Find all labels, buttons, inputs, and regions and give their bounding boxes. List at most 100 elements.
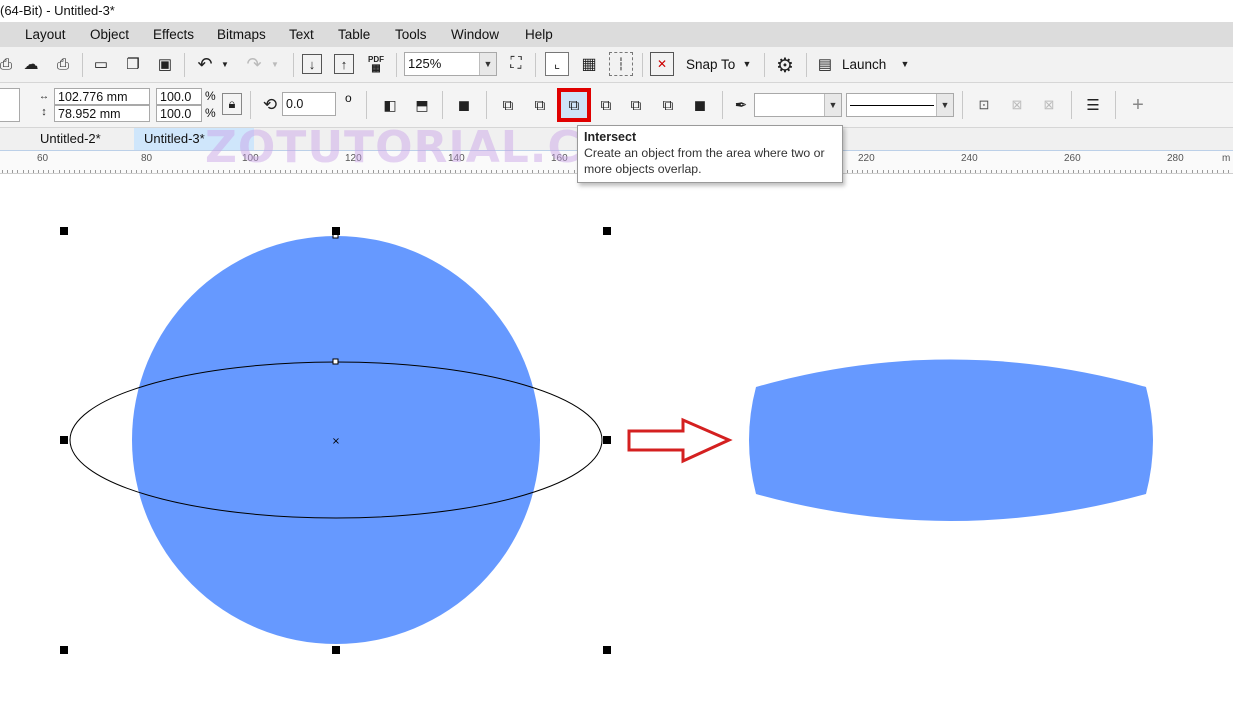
tab-untitled-2[interactable]: Untitled-2* xyxy=(28,128,132,150)
position-field[interactable] xyxy=(0,88,20,122)
cloud-upload-icon[interactable]: ☁ xyxy=(20,54,42,74)
launch-label[interactable]: Launch xyxy=(842,57,886,72)
redo-dropdown-icon[interactable]: ▼ xyxy=(269,56,281,72)
separator xyxy=(1071,91,1072,119)
ruler-label: 280 xyxy=(1167,153,1184,164)
lock-ratio-icon[interactable]: 🔒︎ xyxy=(222,93,242,115)
launch-dropdown-icon[interactable]: ▼ xyxy=(898,56,912,72)
separator xyxy=(82,53,83,77)
selection-handle-left[interactable] xyxy=(60,436,68,444)
rotation-icon: ⟲ xyxy=(262,95,278,114)
chevron-down-icon[interactable]: ▼ xyxy=(824,94,841,116)
height-field[interactable]: 78.952 mm xyxy=(54,105,150,122)
outline-pen-icon[interactable]: ✒ xyxy=(730,93,752,117)
menu-window[interactable]: Window xyxy=(451,27,499,42)
export-icon[interactable]: ↑ xyxy=(334,54,354,74)
zoom-level-dropdown[interactable]: 125% ▼ xyxy=(404,52,497,76)
snap-dropdown-icon[interactable]: ▼ xyxy=(740,56,754,72)
scale-y-value: 100.0 xyxy=(160,107,192,121)
paste-icon[interactable]: ▣ xyxy=(154,54,176,74)
selection-handle-bottom-left[interactable] xyxy=(60,646,68,654)
undo-icon[interactable]: ↶ xyxy=(194,54,216,74)
line-style-dropdown[interactable]: ▼ xyxy=(846,93,954,117)
tooltip-description-line-1: Create an object from the area where two… xyxy=(584,146,825,160)
standard-toolbar: ⎙ ☁ ⎙ ▭ ❐ ▣ ↶ ▼ ↷ ▼ ↓ ↑ PDF ▦ 125% ▼ ⛶ ⌞ … xyxy=(0,47,1233,83)
align-icon[interactable]: ☰ xyxy=(1081,93,1105,117)
ruler-label: 220 xyxy=(858,153,875,164)
back-minus-front-icon[interactable]: ⧉ xyxy=(656,93,680,117)
show-guidelines-icon[interactable]: ┆ xyxy=(609,52,633,76)
menu-tools[interactable]: Tools xyxy=(395,27,427,42)
simplify-icon[interactable]: ⧉ xyxy=(594,93,618,117)
ruler-label: 260 xyxy=(1064,153,1081,164)
separator xyxy=(396,53,397,77)
ruler-label: 60 xyxy=(37,153,49,164)
selection-handle-top-left[interactable] xyxy=(60,227,68,235)
launch-icon[interactable]: ▤ xyxy=(814,54,836,74)
zoom-value: 125% xyxy=(408,56,442,71)
mirror-horizontal-icon[interactable]: ◧ xyxy=(378,93,402,117)
separator xyxy=(764,53,765,77)
outline-width-dropdown[interactable]: ▼ xyxy=(754,93,842,117)
menu-layout[interactable]: Layout xyxy=(25,27,66,42)
menu-text[interactable]: Text xyxy=(289,27,314,42)
add-icon[interactable]: + xyxy=(1126,93,1150,117)
tab-label: Untitled-2* xyxy=(40,131,101,146)
width-field[interactable]: 102.776 mm xyxy=(54,88,150,105)
line-style-preview xyxy=(850,105,934,106)
snap-to-label[interactable]: Snap To xyxy=(686,57,735,72)
tab-label: Untitled-3* xyxy=(144,131,205,146)
separator xyxy=(1115,91,1116,119)
selection-handle-bottom-right[interactable] xyxy=(603,646,611,654)
drawing-canvas[interactable]: × xyxy=(0,172,1233,708)
export-pdf-icon[interactable]: PDF ▦ xyxy=(364,52,388,76)
chevron-down-icon[interactable]: ▼ xyxy=(936,94,953,116)
selection-handle-top[interactable] xyxy=(332,227,340,235)
create-boundary-icon[interactable]: ◼ xyxy=(688,93,712,117)
width-value: 102.776 mm xyxy=(58,90,128,104)
intersect-icon[interactable]: ⧉ xyxy=(557,88,591,122)
menu-object[interactable]: Object xyxy=(90,27,129,42)
ellipse-node[interactable] xyxy=(332,358,339,365)
width-icon: ↔ xyxy=(39,90,49,102)
print-icon[interactable]: ⎙ xyxy=(0,55,12,73)
menu-help[interactable]: Help xyxy=(525,27,553,42)
menu-table[interactable]: Table xyxy=(338,27,370,42)
scale-x-field[interactable]: 100.0 xyxy=(156,88,202,105)
full-screen-icon[interactable]: ⛶ xyxy=(505,54,527,74)
combine-icon[interactable]: ◼ xyxy=(452,93,476,117)
separator xyxy=(442,91,443,119)
tooltip-title: Intersect xyxy=(584,130,637,144)
import-icon[interactable]: ↓ xyxy=(302,54,322,74)
show-grid-icon[interactable]: ▦ xyxy=(577,52,601,76)
mirror-vertical-icon[interactable]: ⬒ xyxy=(410,93,434,117)
publish-icon[interactable]: ⎙ xyxy=(52,54,74,74)
weld-icon[interactable]: ⧉ xyxy=(496,93,520,117)
scale-y-field[interactable]: 100.0 xyxy=(156,105,202,122)
separator xyxy=(806,53,807,77)
copy-icon[interactable]: ❐ xyxy=(122,54,144,74)
group-icon[interactable]: ⊡ xyxy=(972,93,996,117)
ungroup-icon[interactable]: ⊠ xyxy=(1005,93,1029,117)
height-icon: ↕ xyxy=(41,106,47,118)
selection-handle-bottom[interactable] xyxy=(332,646,340,654)
show-rulers-icon[interactable]: ⌞ xyxy=(545,52,569,76)
selection-handle-right[interactable] xyxy=(603,436,611,444)
menu-bitmaps[interactable]: Bitmaps xyxy=(217,27,266,42)
options-gear-icon[interactable]: ⚙ xyxy=(772,52,798,78)
separator xyxy=(184,53,185,77)
selection-handle-top-right[interactable] xyxy=(603,227,611,235)
undo-dropdown-icon[interactable]: ▼ xyxy=(219,56,231,72)
trim-icon[interactable]: ⧉ xyxy=(528,93,552,117)
front-minus-back-icon[interactable]: ⧉ xyxy=(624,93,648,117)
cut-icon[interactable]: ▭ xyxy=(90,54,112,74)
redo-icon[interactable]: ↷ xyxy=(243,54,265,74)
window-title: (64-Bit) - Untitled-3* xyxy=(0,3,115,18)
chevron-down-icon[interactable]: ▼ xyxy=(479,53,496,75)
intersect-result-shape[interactable] xyxy=(749,359,1153,522)
rotation-field[interactable]: 0.0 xyxy=(282,92,336,116)
menu-effects[interactable]: Effects xyxy=(153,27,194,42)
ungroup-all-icon[interactable]: ⊠ xyxy=(1037,93,1061,117)
snap-off-icon[interactable]: ✕ xyxy=(650,52,674,76)
height-value: 78.952 mm xyxy=(58,107,121,121)
